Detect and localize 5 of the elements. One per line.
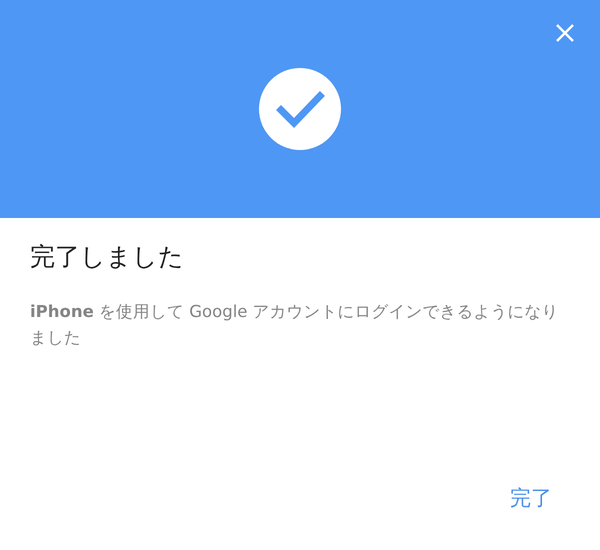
dialog-title: 完了しました — [30, 241, 185, 273]
dialog-message: iPhone を使用して Google アカウントにログインできるようになりました — [30, 301, 560, 349]
close-icon[interactable] — [554, 22, 576, 44]
done-button[interactable]: 完了 — [508, 480, 554, 516]
checkmark-icon — [258, 67, 342, 151]
